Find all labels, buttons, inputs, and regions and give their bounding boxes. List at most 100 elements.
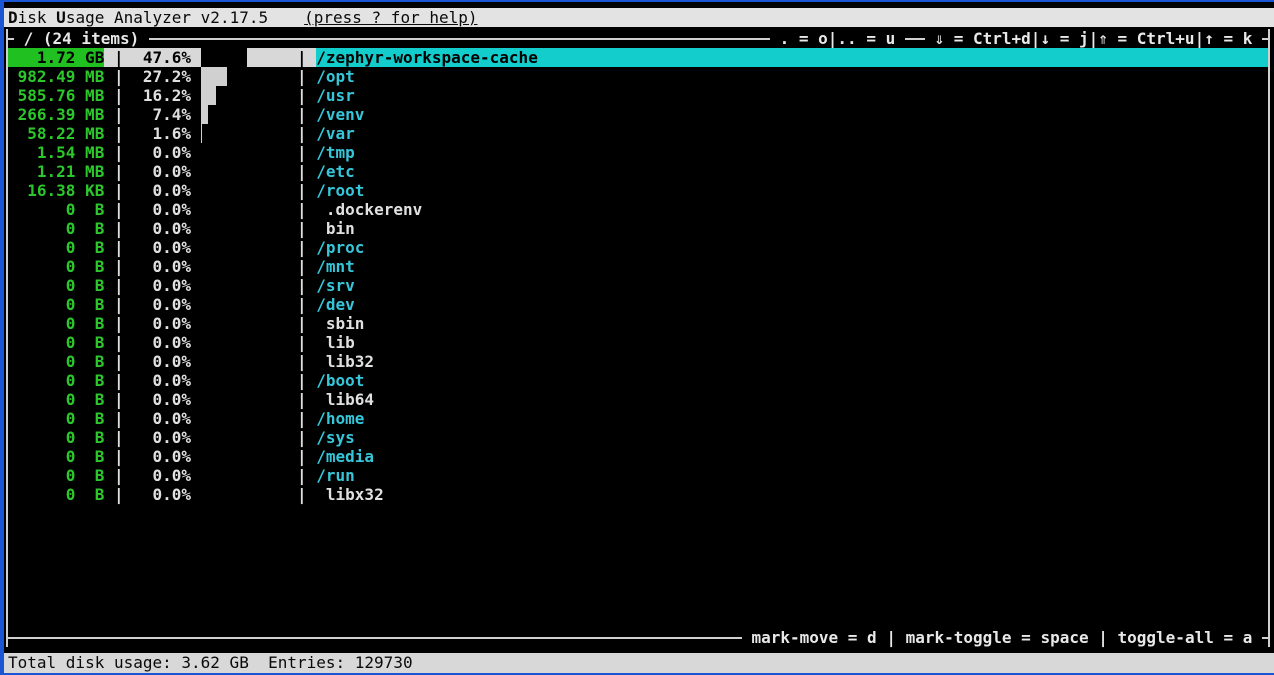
list-row[interactable]: 0 B | 0.0% | .dockerenv <box>8 200 1268 219</box>
list-row[interactable]: 0 B | 0.0% | /dev <box>8 295 1268 314</box>
usage-bar <box>201 48 297 67</box>
usage-bar <box>201 105 297 124</box>
usage-bar <box>201 200 297 219</box>
usage-bar <box>201 86 297 105</box>
column-gap <box>191 333 201 352</box>
directory-name: /venv <box>316 105 364 124</box>
column-gap <box>191 371 201 390</box>
item-name: /var <box>316 124 1268 143</box>
item-percent: 0.0% <box>133 333 191 352</box>
item-size: 0 B <box>8 314 104 333</box>
usage-bar <box>201 314 297 333</box>
column-separator: | <box>104 428 133 447</box>
column-separator: | <box>297 466 316 485</box>
column-separator: | <box>297 409 316 428</box>
item-percent: 27.2% <box>133 67 191 86</box>
help-hint: (press ? for help) <box>304 8 477 27</box>
usage-bar-fill <box>201 124 203 143</box>
list-row[interactable]: 1.21 MB | 0.0% | /etc <box>8 162 1268 181</box>
list-row[interactable]: 585.76 MB | 16.2% | /usr <box>8 86 1268 105</box>
item-size: 0 B <box>8 333 104 352</box>
list-row[interactable]: 1.72 GB | 47.6% | /zephyr-workspace-cach… <box>8 48 1268 67</box>
list-row[interactable]: 0 B | 0.0% | libx32 <box>8 485 1268 504</box>
keybind-hint-mark: mark-move = d | mark-toggle = space | to… <box>742 628 1262 647</box>
directory-name: /var <box>316 124 355 143</box>
usage-bar-fill <box>201 48 247 67</box>
border-line <box>8 637 742 639</box>
column-gap <box>191 428 201 447</box>
item-percent: 47.6% <box>133 48 191 67</box>
item-size: 0 B <box>8 466 104 485</box>
list-row[interactable]: 0 B | 0.0% | /media <box>8 447 1268 466</box>
app-title-rest: sage Analyzer v2.17.5 <box>66 8 268 27</box>
list-row[interactable]: 982.49 MB | 27.2% | /opt <box>8 67 1268 86</box>
list-row[interactable]: 0 B | 0.0% | bin <box>8 219 1268 238</box>
item-size: 266.39 MB <box>8 105 104 124</box>
item-name: /opt <box>316 67 1268 86</box>
column-separator: | <box>297 143 316 162</box>
usage-bar-fill <box>201 105 208 124</box>
column-separator: | <box>297 67 316 86</box>
directory-name: /opt <box>316 67 355 86</box>
column-separator: | <box>297 200 316 219</box>
list-row[interactable]: 266.39 MB | 7.4% | /venv <box>8 105 1268 124</box>
item-name: /run <box>316 466 1268 485</box>
list-row[interactable]: 0 B | 0.0% | /mnt <box>8 257 1268 276</box>
item-percent: 0.0% <box>133 295 191 314</box>
item-percent: 0.0% <box>133 428 191 447</box>
usage-bar <box>201 447 297 466</box>
column-gap <box>191 162 201 181</box>
item-percent: 1.6% <box>133 124 191 143</box>
list-row[interactable]: 0 B | 0.0% | lib <box>8 333 1268 352</box>
empty-area <box>8 504 1268 628</box>
column-separator: | <box>104 219 133 238</box>
item-percent: 0.0% <box>133 276 191 295</box>
column-separator: | <box>104 257 133 276</box>
column-separator: | <box>104 105 133 124</box>
column-separator: | <box>297 390 316 409</box>
list-row[interactable]: 0 B | 0.0% | sbin <box>8 314 1268 333</box>
column-gap <box>191 276 201 295</box>
app-title-hotkey-d: D <box>8 8 18 27</box>
list-row[interactable]: 0 B | 0.0% | /proc <box>8 238 1268 257</box>
column-separator: | <box>297 447 316 466</box>
usage-bar <box>201 333 297 352</box>
item-size: 1.21 MB <box>8 162 104 181</box>
column-separator: | <box>104 447 133 466</box>
list-row[interactable]: 58.22 MB | 1.6% | /var <box>8 124 1268 143</box>
list-row[interactable]: 0 B | 0.0% | lib32 <box>8 352 1268 371</box>
file-name: .dockerenv <box>316 200 422 219</box>
column-gap <box>191 143 201 162</box>
column-separator: | <box>104 466 133 485</box>
column-separator: | <box>297 181 316 200</box>
item-name: lib <box>316 333 1268 352</box>
column-separator: | <box>297 428 316 447</box>
list-row[interactable]: 1.54 MB | 0.0% | /tmp <box>8 143 1268 162</box>
item-percent: 0.0% <box>133 162 191 181</box>
list-row[interactable]: 0 B | 0.0% | /sys <box>8 428 1268 447</box>
usage-bar <box>201 181 297 200</box>
list-row[interactable]: 0 B | 0.0% | /run <box>8 466 1268 485</box>
column-separator: | <box>297 276 316 295</box>
item-percent: 0.0% <box>133 257 191 276</box>
item-name: /tmp <box>316 143 1268 162</box>
list-row[interactable]: 0 B | 0.0% | /boot <box>8 371 1268 390</box>
item-percent: 0.0% <box>133 390 191 409</box>
usage-bar <box>201 124 297 143</box>
column-gap <box>191 238 201 257</box>
column-gap <box>191 67 201 86</box>
item-name: /mnt <box>316 257 1268 276</box>
column-gap <box>191 181 201 200</box>
column-gap <box>191 124 201 143</box>
column-gap <box>191 105 201 124</box>
list-row[interactable]: 0 B | 0.0% | /home <box>8 409 1268 428</box>
item-percent: 0.0% <box>133 371 191 390</box>
directory-name: /proc <box>316 238 364 257</box>
list-row[interactable]: 16.38 KB | 0.0% | /root <box>8 181 1268 200</box>
directory-name: /mnt <box>316 257 355 276</box>
list-row[interactable]: 0 B | 0.0% | /srv <box>8 276 1268 295</box>
item-size: 1.72 GB <box>8 48 104 67</box>
file-name: lib <box>316 333 355 352</box>
list-row[interactable]: 0 B | 0.0% | lib64 <box>8 390 1268 409</box>
title-bar: Disk Usage Analyzer v2.17.5(press ? for … <box>4 8 1274 27</box>
